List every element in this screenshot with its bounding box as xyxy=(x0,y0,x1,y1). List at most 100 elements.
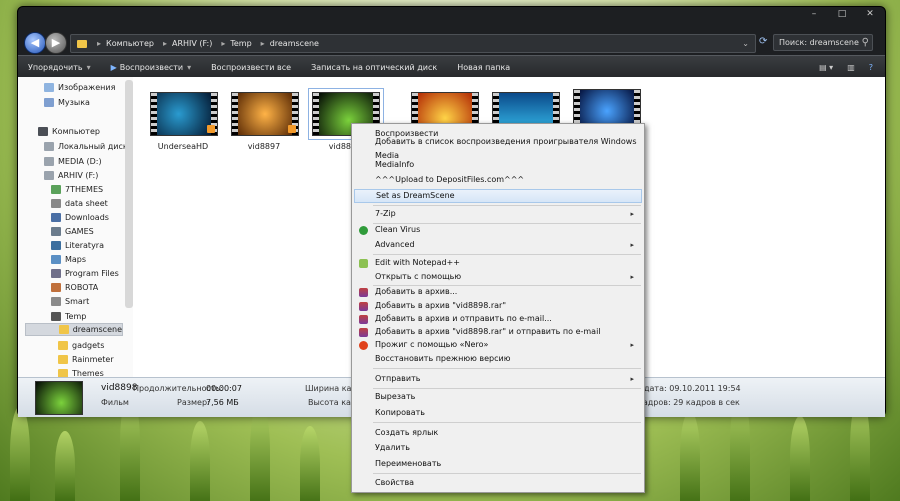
file-thumbnail-vid8897[interactable] xyxy=(231,92,299,136)
minimize-button[interactable]: – xyxy=(807,9,821,19)
play-button[interactable]: ▶ Воспроизвести ▾ xyxy=(101,63,202,72)
menu-item-restore-previous[interactable]: Восстановить прежнюю версию xyxy=(354,352,642,366)
submenu-arrow-icon: ▸ xyxy=(630,375,634,383)
folder-icon xyxy=(51,255,61,264)
menu-item-send-to[interactable]: Отправить ▸ xyxy=(354,372,642,386)
menu-item-properties[interactable]: Свойства xyxy=(354,476,642,490)
preview-pane-icon[interactable]: ▥ xyxy=(847,63,855,72)
menu-separator xyxy=(373,388,641,389)
menu-item-archive-and-email[interactable]: Добавить в архив и отправить по e-mail..… xyxy=(354,312,642,326)
breadcrumb-arhiv[interactable]: ARHIV (F:) xyxy=(172,39,212,48)
menu-item-upload-depositfiles[interactable]: ^^^Upload to DepositFiles.com^^^ xyxy=(354,173,642,187)
menu-item-add-to-rar[interactable]: Добавить в архив "vid8898.rar" xyxy=(354,299,642,313)
menu-item-create-shortcut[interactable]: Создать ярлык xyxy=(354,426,642,440)
folder-icon xyxy=(51,185,61,194)
nav-item-downloads[interactable]: Downloads xyxy=(51,211,109,224)
music-icon xyxy=(44,98,54,107)
details-size-label: Размер: xyxy=(177,398,210,407)
menu-item-cut[interactable]: Вырезать xyxy=(354,390,642,404)
breadcrumb-temp[interactable]: Temp xyxy=(230,39,251,48)
nav-item-dreamscene[interactable]: dreamscene xyxy=(25,323,123,336)
play-icon xyxy=(288,125,296,133)
nav-item-rainmeter[interactable]: Rainmeter xyxy=(58,353,114,366)
menu-separator xyxy=(373,473,641,474)
view-options-icon[interactable]: ▤ ▾ xyxy=(819,63,833,72)
nav-item-maps[interactable]: Maps xyxy=(51,253,86,266)
menu-item-7zip[interactable]: 7-Zip ▸ xyxy=(354,207,642,221)
menu-item-copy[interactable]: Копировать xyxy=(354,406,642,420)
nav-item-computer[interactable]: Компьютер xyxy=(38,125,100,138)
nav-item-pictures[interactable]: Изображения xyxy=(44,81,115,94)
nav-item-themes[interactable]: Themes xyxy=(58,367,104,377)
menu-item-rar-and-email[interactable]: Добавить в архив "vid8898.rar" и отправи… xyxy=(354,325,642,339)
menu-item-burn-nero[interactable]: Прожиг с помощью «Nero» ▸ xyxy=(354,338,642,352)
play-all-button[interactable]: Воспроизвести все xyxy=(201,63,301,72)
nav-item-program-files[interactable]: Program Files xyxy=(51,267,119,280)
menu-item-open-with[interactable]: Открыть с помощью ▸ xyxy=(354,270,642,284)
search-icon[interactable]: ⚲ xyxy=(862,37,869,48)
back-button[interactable]: ◀ xyxy=(24,32,46,54)
file-name[interactable]: vid8897 xyxy=(224,142,304,151)
submenu-arrow-icon: ▸ xyxy=(630,341,634,349)
menu-item-clean-virus[interactable]: Clean Virus xyxy=(354,223,642,237)
menu-item-mediainfo[interactable]: MediaInfo xyxy=(354,158,642,172)
window-controls: – □ ✕ xyxy=(807,9,877,19)
search-input[interactable]: Поиск: dreamscene xyxy=(779,38,859,47)
file-thumbnail-undersea[interactable] xyxy=(150,92,218,136)
folder-icon xyxy=(51,213,61,222)
nav-item-literatyra[interactable]: Literatyra xyxy=(51,239,104,252)
selected-file-thumbnail xyxy=(35,381,83,415)
nav-item-smart[interactable]: Smart xyxy=(51,295,89,308)
folder-icon xyxy=(58,369,68,377)
nav-item-drive-d[interactable]: MEDIA (D:) xyxy=(44,155,102,168)
menu-item-delete[interactable]: Удалить xyxy=(354,441,642,455)
details-duration[interactable]: 00:00:07 xyxy=(206,384,242,393)
nav-item-robota[interactable]: ROBOTA xyxy=(51,281,98,294)
computer-icon xyxy=(38,127,48,136)
breadcrumb-computer[interactable]: Компьютер xyxy=(106,39,154,48)
winrar-icon xyxy=(359,287,368,297)
winrar-icon xyxy=(359,327,368,337)
menu-separator xyxy=(373,254,641,255)
folder-icon xyxy=(51,269,61,278)
file-name[interactable]: UnderseaHD xyxy=(143,142,223,151)
new-folder-button[interactable]: Новая папка xyxy=(447,63,520,72)
nav-item-drive-f[interactable]: ARHIV (F:) xyxy=(44,169,98,182)
nav-item-music[interactable]: Музыка xyxy=(44,96,90,109)
maximize-button[interactable]: □ xyxy=(835,9,849,19)
details-size: 7,56 МБ xyxy=(206,398,239,407)
refresh-icon[interactable]: ⟳ xyxy=(759,36,767,47)
nav-item-data-sheet[interactable]: data sheet xyxy=(51,197,108,210)
menu-item-add-to-archive[interactable]: Добавить в архив... xyxy=(354,285,642,299)
organize-button[interactable]: Упорядочить ▾ xyxy=(18,63,101,72)
menu-item-add-to-wmp[interactable]: Добавить в список воспроизведения проигр… xyxy=(354,137,642,160)
winrar-icon xyxy=(359,314,368,324)
help-icon[interactable]: ? xyxy=(869,63,873,72)
menu-separator xyxy=(373,205,641,206)
address-bar[interactable]: ▸ Компьютер ▸ ARHIV (F:) ▸ Temp ▸ dreams… xyxy=(70,34,756,53)
menu-item-advanced[interactable]: Advanced ▸ xyxy=(354,238,642,252)
nav-item-games[interactable]: GAMES xyxy=(51,225,94,238)
menu-item-rename[interactable]: Переименовать xyxy=(354,457,642,471)
nav-item-temp[interactable]: Temp xyxy=(51,310,86,323)
play-icon: ▶ xyxy=(110,62,117,72)
folder-icon xyxy=(51,312,61,321)
nav-item-gadgets[interactable]: gadgets xyxy=(58,339,104,352)
menu-item-set-as-dreamscene[interactable]: Set as DreamScene xyxy=(354,189,642,203)
folder-icon xyxy=(51,227,61,236)
burn-button[interactable]: Записать на оптический диск xyxy=(301,63,447,72)
nav-item-drive-c[interactable]: Локальный диск (C:) xyxy=(44,140,133,153)
nav-scrollbar[interactable] xyxy=(125,80,133,308)
menu-separator xyxy=(373,368,641,369)
search-box[interactable]: Поиск: dreamscene ⚲ xyxy=(773,34,873,51)
forward-button[interactable]: ▶ xyxy=(45,32,67,54)
folder-icon xyxy=(51,283,61,292)
close-button[interactable]: ✕ xyxy=(863,9,877,19)
nav-item-7themes[interactable]: 7THEMES xyxy=(51,183,103,196)
details-date: дата: 09.10.2011 19:54 xyxy=(644,384,741,393)
breadcrumb-dreamscene[interactable]: dreamscene xyxy=(270,39,319,48)
chevron-down-icon[interactable]: ⌄ xyxy=(742,39,749,48)
folder-icon xyxy=(58,355,68,364)
submenu-arrow-icon: ▸ xyxy=(630,273,634,281)
menu-item-edit-notepadpp[interactable]: Edit with Notepad++ xyxy=(354,256,642,270)
